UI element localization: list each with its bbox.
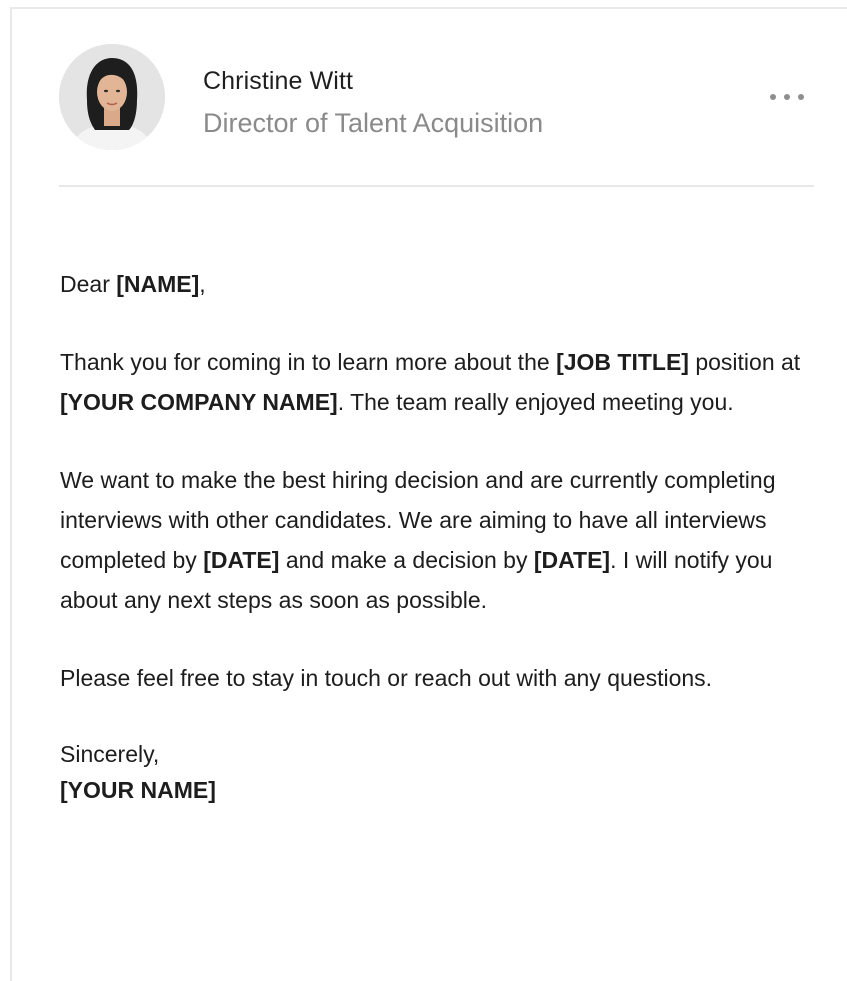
avatar-photo — [59, 44, 165, 150]
dot — [798, 94, 804, 100]
more-options-icon[interactable] — [770, 85, 818, 109]
p2-text-2: and make a decision by — [279, 547, 534, 573]
greeting-suffix: , — [199, 271, 206, 297]
date-placeholder-2: [DATE] — [533, 547, 611, 573]
avatar[interactable] — [59, 44, 165, 150]
letter-greeting: Dear [NAME], — [60, 264, 820, 304]
company-name-placeholder: [YOUR COMPANY NAME] — [60, 389, 338, 415]
job-title-placeholder: [JOB TITLE] — [556, 349, 689, 375]
letter-paragraph-1: Thank you for coming in to learn more ab… — [60, 342, 820, 422]
p1-text-3: . The team really enjoyed meeting you. — [337, 389, 734, 415]
letter-paragraph-2: We want to make the best hiring decision… — [60, 460, 820, 620]
dot — [784, 94, 790, 100]
p1-text-1: Thank you for coming in to learn more ab… — [60, 349, 557, 375]
dot — [770, 94, 776, 100]
letter-paragraph-3: Please feel free to stay in touch or rea… — [60, 665, 713, 691]
sender-header: Christine Witt Director of Talent Acquis… — [12, 9, 847, 189]
sender-title: Director of Talent Acquisition — [203, 108, 544, 138]
sender-name: Christine Witt — [203, 67, 354, 95]
greeting-prefix: Dear — [60, 271, 117, 297]
p1-text-2: position at — [688, 349, 801, 375]
letter-body: Dear [NAME], Thank you for coming in to … — [60, 264, 820, 846]
header-divider — [59, 185, 814, 187]
closing-text: Sincerely, — [60, 741, 160, 767]
date-placeholder-1: [DATE] — [203, 547, 280, 573]
message-card: Christine Witt Director of Talent Acquis… — [10, 7, 847, 981]
letter-signoff: Sincerely, [YOUR NAME] — [60, 736, 820, 808]
signature-placeholder: [YOUR NAME] — [60, 777, 216, 803]
greeting-name-placeholder: [NAME] — [116, 271, 200, 297]
